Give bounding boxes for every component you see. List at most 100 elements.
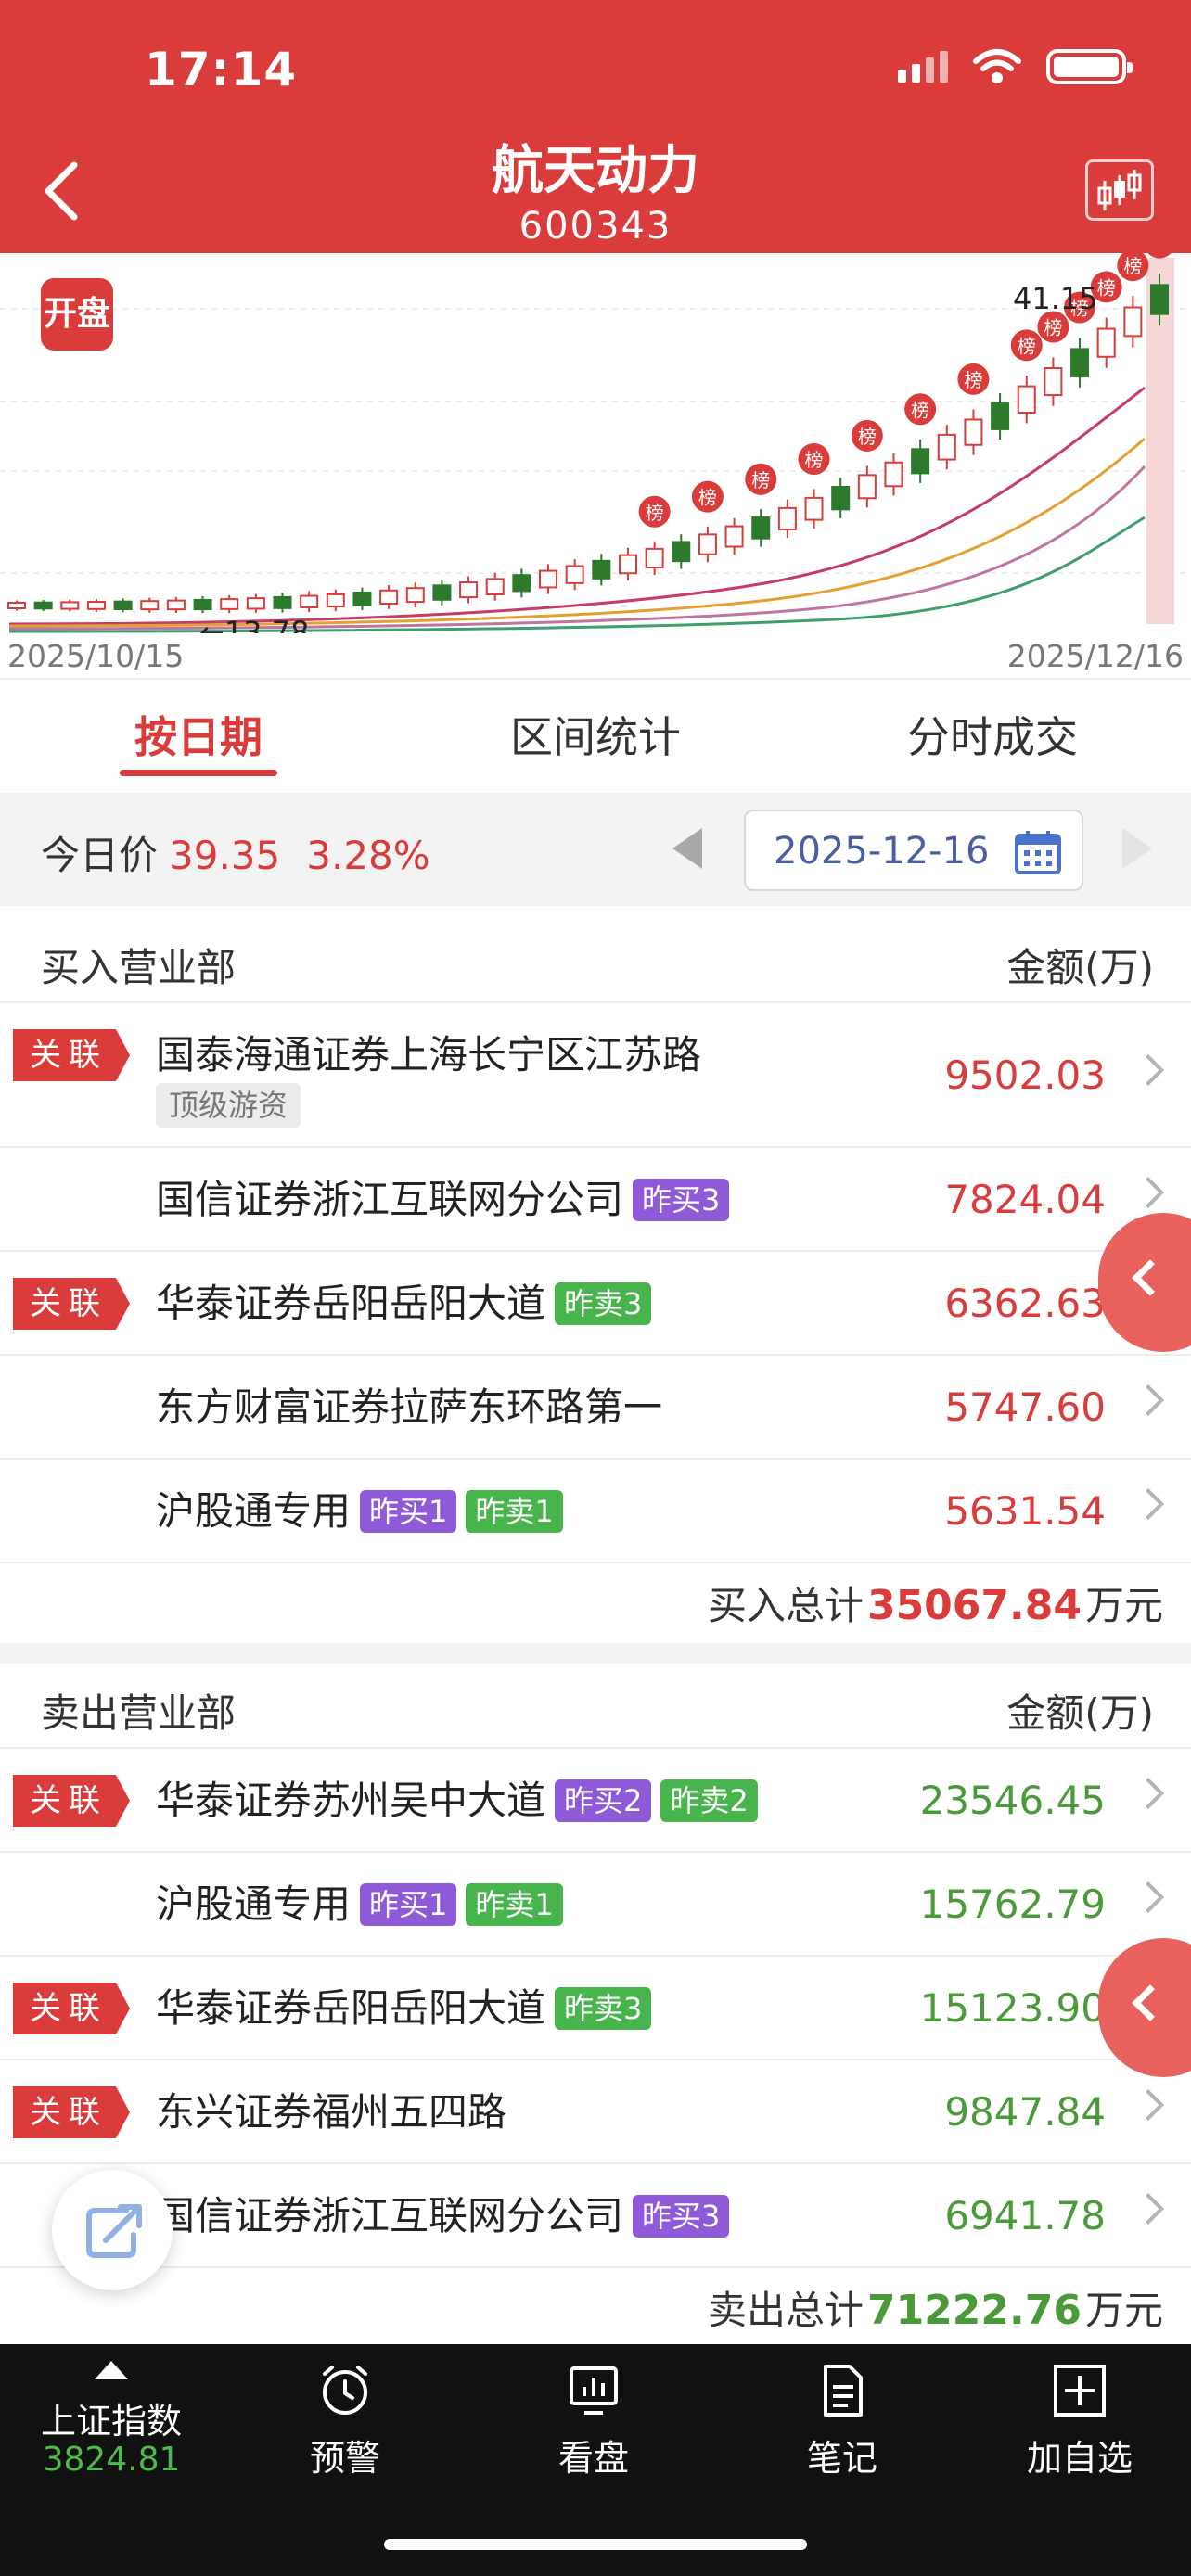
candle-body xyxy=(1150,284,1169,315)
marker-label: 榜 xyxy=(698,487,717,509)
next-date-icon[interactable] xyxy=(1122,828,1152,869)
date-picker[interactable]: 2025-12-16 xyxy=(744,810,1083,891)
candle-body xyxy=(539,569,558,589)
candle-body xyxy=(618,554,637,575)
sell-row[interactable]: 关联 华泰证券岳阳岳阳大道 昨卖3 15123.90 xyxy=(0,1955,1191,2059)
nav-index[interactable]: 上证指数 3824.81 xyxy=(19,2344,204,2502)
candle-body xyxy=(1017,385,1036,414)
high-price-label: 41.15 xyxy=(1013,281,1098,316)
candlestick-icon xyxy=(1097,170,1142,210)
sell-row[interactable]: 国信证券浙江互联网分公司 昨买3 6941.78 xyxy=(0,2162,1191,2266)
leaderboard-marker[interactable]: 榜 xyxy=(1144,253,1175,259)
buy-row[interactable]: 关联 国泰海通证券上海长宁区江苏路 顶级游资 9502.03 xyxy=(0,1001,1191,1146)
chevron-right-icon xyxy=(1133,1177,1164,1208)
index-name: 上证指数 xyxy=(40,2401,182,2442)
kline-chart[interactable]: 榜榜榜榜榜榜榜榜榜榜榜榜榜 ←13.78 41.15 开盘 xyxy=(0,253,1191,680)
related-tag: 关联 xyxy=(13,1278,130,1330)
broker-name: 华泰证券苏州吴中大道 xyxy=(156,1778,546,1823)
marker-label: 榜 xyxy=(1097,276,1116,299)
leaderboard-marker[interactable]: 榜 xyxy=(691,480,724,513)
broker-name: 国泰海通证券上海长宁区江苏路 xyxy=(156,1032,702,1078)
candle-body xyxy=(86,601,106,610)
sell-total-value: 71222.76 xyxy=(866,2287,1082,2334)
buy-amount: 6362.63 xyxy=(944,1281,1106,1326)
leaderboard-marker[interactable]: 榜 xyxy=(638,495,671,528)
leaderboard-marker[interactable]: 榜 xyxy=(1010,329,1043,362)
candle-body xyxy=(405,587,425,604)
leaderboard-marker[interactable]: 榜 xyxy=(798,442,830,475)
today-price-label: 今日价 xyxy=(41,833,159,878)
sell-row[interactable]: 关联 东兴证券福州五四路 9847.84 xyxy=(0,2059,1191,2162)
candle-body xyxy=(512,574,531,593)
low-price-label: ←13.78 xyxy=(199,615,309,633)
chevron-right-icon xyxy=(1133,2193,1164,2225)
nav-label: 预警 xyxy=(309,2438,380,2479)
tab-intraday-trades[interactable]: 分时成交 xyxy=(794,682,1191,793)
candle-body xyxy=(459,581,479,599)
prev-sell-badge: 昨卖1 xyxy=(466,1490,563,1533)
add-square-icon xyxy=(1054,2365,1106,2417)
marker-label: 榜 xyxy=(1044,317,1062,339)
sell-section-title: 卖出营业部 xyxy=(41,1690,237,1736)
buy-row[interactable]: 沪股通专用 昨买1 昨卖1 5631.54 xyxy=(0,1458,1191,1562)
sell-total-label: 卖出总计 xyxy=(707,2288,864,2333)
sell-amount: 6941.78 xyxy=(944,2193,1106,2238)
sell-amount: 23546.45 xyxy=(919,1778,1106,1823)
buy-row[interactable]: 国信证券浙江互联网分公司 昨买3 7824.04 xyxy=(0,1146,1191,1250)
status-icons xyxy=(898,48,1133,85)
tab-range-stats[interactable]: 区间统计 xyxy=(397,682,794,793)
candle-body xyxy=(7,602,26,609)
marker-label: 榜 xyxy=(911,399,929,421)
buy-list: 关联 国泰海通证券上海长宁区江苏路 顶级游资 9502.03 国信证券浙江互联网… xyxy=(0,1001,1191,1645)
note-icon xyxy=(824,2365,863,2417)
leaderboard-marker[interactable]: 榜 xyxy=(1117,253,1149,282)
nav-label: 加自选 xyxy=(1026,2438,1133,2479)
chevron-right-icon xyxy=(1133,1488,1164,1520)
candle-body xyxy=(113,600,133,611)
selected-date: 2025-12-16 xyxy=(774,830,990,873)
chart-end-date: 2025/12/16 xyxy=(1006,638,1184,674)
buy-row[interactable]: 东方财富证券拉萨东环路第一 5747.60 xyxy=(0,1354,1191,1458)
prev-sell-badge: 昨卖1 xyxy=(466,1883,563,1926)
candle-body xyxy=(672,541,691,563)
buy-total-value: 35067.84 xyxy=(866,1582,1082,1629)
nav-alert[interactable]: 预警 xyxy=(252,2344,438,2502)
candle-body xyxy=(166,599,186,611)
candle-body xyxy=(937,433,956,461)
prev-date-icon[interactable] xyxy=(672,828,702,869)
leaderboard-marker[interactable]: 榜 xyxy=(957,363,990,395)
candle-body xyxy=(1096,327,1116,358)
candle-body xyxy=(485,578,505,595)
candle-body xyxy=(273,595,292,609)
marker-label: 榜 xyxy=(1123,255,1142,277)
chevron-right-icon xyxy=(1133,1881,1164,1913)
broker-name: 国信证券浙江互联网分公司 xyxy=(156,2193,624,2238)
candle-body xyxy=(777,506,797,531)
sell-row[interactable]: 沪股通专用 昨买1 昨卖1 15762.79 xyxy=(0,1851,1191,1955)
share-button[interactable] xyxy=(52,2170,173,2290)
candle-body xyxy=(592,559,611,580)
kline-chart-button[interactable] xyxy=(1085,159,1154,221)
buy-amount: 5631.54 xyxy=(944,1488,1106,1534)
leaderboard-marker[interactable]: 榜 xyxy=(745,463,777,495)
marker-label: 榜 xyxy=(1150,253,1169,255)
tab-by-date[interactable]: 按日期 xyxy=(0,682,397,793)
open-market-badge[interactable]: 开盘 xyxy=(41,278,113,351)
buy-amount: 9502.03 xyxy=(944,1052,1106,1098)
marker-label: 榜 xyxy=(805,449,824,471)
leaderboard-marker[interactable]: 榜 xyxy=(904,393,937,426)
expand-up-icon xyxy=(95,2361,128,2379)
chevron-right-icon xyxy=(1133,1384,1164,1416)
buy-row[interactable]: 关联 华泰证券岳阳岳阳大道 昨卖3 6362.63 xyxy=(0,1250,1191,1354)
status-time: 17:14 xyxy=(145,43,298,96)
leaderboard-marker[interactable]: 榜 xyxy=(851,419,883,452)
nav-watch[interactable]: 看盘 xyxy=(501,2344,686,2502)
nav-add-watchlist[interactable]: 加自选 xyxy=(987,2344,1172,2502)
sell-section-header: 卖出营业部 金额(万) xyxy=(0,1654,1191,1756)
prev-buy-badge: 昨买3 xyxy=(633,2195,730,2238)
candle-body xyxy=(724,525,744,548)
prev-buy-badge: 昨买2 xyxy=(555,1779,652,1822)
today-price-value: 39.35 xyxy=(169,833,281,878)
nav-notes[interactable]: 笔记 xyxy=(749,2344,935,2502)
sell-row[interactable]: 关联 华泰证券苏州吴中大道 昨买2 昨卖2 23546.45 xyxy=(0,1747,1191,1851)
